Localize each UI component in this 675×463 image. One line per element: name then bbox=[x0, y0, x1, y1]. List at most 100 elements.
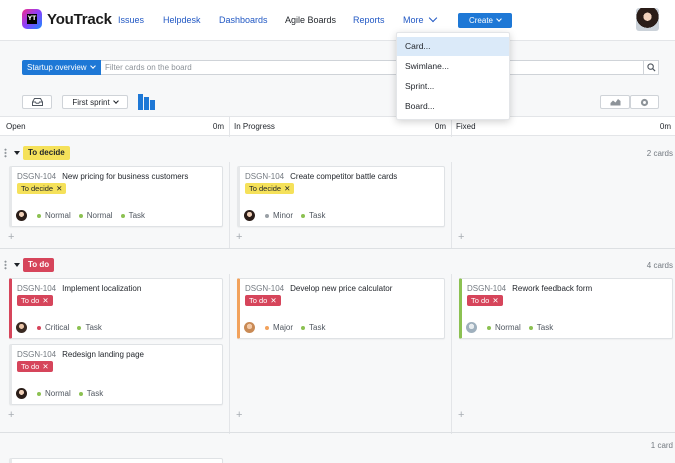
nav-dashboards[interactable]: Dashboards bbox=[219, 15, 268, 25]
backlog-button[interactable] bbox=[22, 95, 52, 109]
card[interactable]: DSGN-104 Redesign landing page To do ✕ Nor… bbox=[9, 344, 223, 405]
card-header: DSGN-104 Implement localization bbox=[17, 284, 141, 293]
column-header-row: Open 0m In Progress 0m Fixed 0m bbox=[0, 116, 675, 137]
report-chart-button[interactable] bbox=[600, 95, 630, 109]
assignee-avatar[interactable] bbox=[244, 210, 255, 221]
card-fields: Critical Task bbox=[16, 322, 110, 333]
card-type[interactable]: Task bbox=[537, 323, 553, 332]
remove-tag-icon[interactable]: ✕ bbox=[56, 184, 62, 193]
assignee-avatar[interactable] bbox=[16, 322, 27, 333]
remove-tag-icon[interactable]: ✕ bbox=[492, 296, 498, 305]
nav-agile-boards[interactable]: Agile Boards bbox=[285, 15, 336, 25]
card-type[interactable]: Task bbox=[309, 323, 325, 332]
board-toolbar: First sprint bbox=[0, 90, 675, 114]
drag-handle-icon[interactable] bbox=[4, 148, 7, 158]
card[interactable] bbox=[9, 458, 223, 463]
column-fixed-title[interactable]: Fixed bbox=[456, 122, 476, 131]
assignee-avatar[interactable] bbox=[244, 322, 255, 333]
youtrack-logo[interactable]: YT YouTrack bbox=[22, 9, 112, 29]
column-in-progress-title[interactable]: In Progress bbox=[234, 122, 275, 131]
card-priority[interactable]: Major bbox=[273, 323, 293, 332]
column-fixed-time: 0m bbox=[659, 122, 671, 131]
card-tag[interactable]: To decide ✕ bbox=[17, 183, 67, 194]
menu-item-swimlane[interactable]: Swimlane... bbox=[397, 57, 509, 76]
youtrack-logo-icon: YT bbox=[22, 9, 42, 29]
card-title[interactable]: Implement localization bbox=[62, 284, 141, 293]
menu-item-sprint[interactable]: Sprint... bbox=[397, 77, 509, 96]
card-title[interactable]: Redesign landing page bbox=[62, 350, 144, 359]
card-title[interactable]: Create competitor battle cards bbox=[290, 172, 397, 181]
card[interactable]: DSGN-104 Rework feedback form To do ✕ Norm… bbox=[459, 278, 673, 339]
card[interactable]: DSGN-104 Create competitor battle cards T… bbox=[237, 166, 445, 227]
card-priority[interactable]: Normal bbox=[495, 323, 521, 332]
card-priority[interactable]: Critical bbox=[45, 323, 69, 332]
board-columns-icon[interactable] bbox=[138, 94, 156, 110]
remove-tag-icon[interactable]: ✕ bbox=[42, 362, 48, 371]
search-button[interactable] bbox=[643, 60, 659, 75]
sprint-selector[interactable]: First sprint bbox=[62, 95, 128, 109]
nav-helpdesk[interactable]: Helpdesk bbox=[163, 15, 201, 25]
card-id[interactable]: DSGN-104 bbox=[245, 172, 284, 181]
collapse-caret-icon[interactable] bbox=[14, 151, 20, 155]
card-priority[interactable]: Minor bbox=[273, 211, 293, 220]
card-id[interactable]: DSGN-104 bbox=[17, 284, 56, 293]
add-card-icon[interactable]: + bbox=[236, 410, 242, 421]
menu-item-card[interactable]: Card... bbox=[397, 37, 509, 56]
card-id[interactable]: DSGN-104 bbox=[17, 172, 56, 181]
assignee-avatar[interactable] bbox=[16, 388, 27, 399]
card-field[interactable]: Normal bbox=[87, 211, 113, 220]
assignee-avatar[interactable] bbox=[466, 322, 477, 333]
card-tag[interactable]: To do ✕ bbox=[17, 361, 53, 372]
assignee-avatar[interactable] bbox=[16, 210, 27, 221]
drag-handle-icon[interactable] bbox=[4, 260, 7, 270]
card-header: DSGN-104 Rework feedback form bbox=[467, 284, 592, 293]
nav-issues[interactable]: Issues bbox=[118, 15, 144, 25]
column-open-title[interactable]: Open bbox=[6, 122, 26, 131]
add-card-icon[interactable]: + bbox=[236, 232, 242, 243]
create-button[interactable]: Create bbox=[458, 13, 512, 28]
swimlane-tag[interactable]: To do bbox=[23, 258, 55, 272]
remove-tag-icon[interactable]: ✕ bbox=[42, 296, 48, 305]
card-tag[interactable]: To do ✕ bbox=[17, 295, 53, 306]
card-id[interactable]: DSGN-104 bbox=[245, 284, 284, 293]
card-type[interactable]: Task bbox=[87, 389, 103, 398]
card-priority[interactable]: Normal bbox=[45, 211, 71, 220]
add-card-icon[interactable]: + bbox=[458, 232, 464, 243]
card-type[interactable]: Task bbox=[309, 211, 325, 220]
card-tag[interactable]: To do ✕ bbox=[245, 295, 281, 306]
menu-item-board[interactable]: Board... bbox=[397, 97, 509, 116]
remove-tag-icon[interactable]: ✕ bbox=[270, 296, 276, 305]
add-card-icon[interactable]: + bbox=[458, 410, 464, 421]
swimlane-tag[interactable]: To decide bbox=[23, 146, 70, 160]
user-avatar[interactable] bbox=[636, 8, 659, 31]
remove-tag-icon[interactable]: ✕ bbox=[284, 184, 290, 193]
card-tag-label: To do bbox=[249, 296, 268, 305]
card[interactable]: DSGN-104 New pricing for business custome… bbox=[9, 166, 223, 227]
add-card-icon[interactable]: + bbox=[8, 410, 14, 421]
nav-more-menu[interactable]: More bbox=[403, 13, 437, 25]
card-tag-label: To do bbox=[471, 296, 490, 305]
card-priority[interactable]: Normal bbox=[45, 389, 71, 398]
swimlane-divider bbox=[0, 432, 675, 433]
filter-cards-input[interactable] bbox=[101, 60, 644, 75]
board-selector[interactable]: Startup overview bbox=[22, 60, 101, 75]
inbox-icon bbox=[31, 98, 43, 106]
card-tag[interactable]: To decide ✕ bbox=[245, 183, 295, 194]
collapse-caret-icon[interactable] bbox=[14, 263, 20, 267]
card-type[interactable]: Task bbox=[129, 211, 145, 220]
card-fields: Normal Normal Task bbox=[16, 210, 153, 221]
add-card-icon[interactable]: + bbox=[8, 232, 14, 243]
card[interactable]: DSGN-104 Implement localization To do ✕ Cr… bbox=[9, 278, 223, 339]
card-tag-label: To do bbox=[21, 362, 40, 371]
card-title[interactable]: New pricing for business customers bbox=[62, 172, 188, 181]
card[interactable]: DSGN-104 Develop new price calculator To … bbox=[237, 278, 445, 339]
card-id[interactable]: DSGN-104 bbox=[17, 350, 56, 359]
column-open-time: 0m bbox=[212, 122, 224, 131]
card-title[interactable]: Rework feedback form bbox=[512, 284, 592, 293]
card-title[interactable]: Develop new price calculator bbox=[290, 284, 392, 293]
nav-reports[interactable]: Reports bbox=[353, 15, 385, 25]
card-id[interactable]: DSGN-104 bbox=[467, 284, 506, 293]
card-tag[interactable]: To do ✕ bbox=[467, 295, 503, 306]
card-type[interactable]: Task bbox=[85, 323, 101, 332]
board-settings-button[interactable] bbox=[630, 95, 659, 109]
